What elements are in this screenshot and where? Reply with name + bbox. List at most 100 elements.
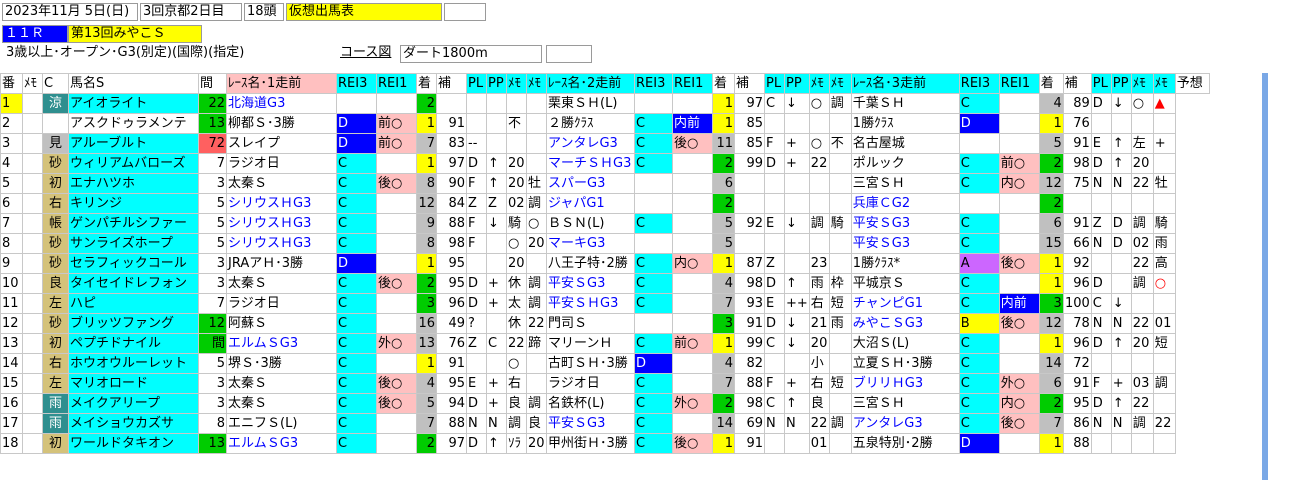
table-cell[interactable]: + xyxy=(486,293,507,314)
table-cell[interactable]: エナハツホ xyxy=(68,173,199,194)
table-cell[interactable]: 84 xyxy=(436,193,467,214)
table-cell[interactable] xyxy=(1130,193,1154,214)
column-header[interactable]: PP xyxy=(486,73,507,94)
table-cell[interactable] xyxy=(998,273,1040,294)
table-cell[interactable]: 22 xyxy=(526,313,547,334)
table-cell[interactable]: 調 xyxy=(526,393,547,414)
table-cell[interactable]: 平安ＳG3 xyxy=(546,273,635,294)
table-cell[interactable]: 1 xyxy=(712,93,735,114)
table-cell[interactable]: 98 xyxy=(1062,153,1092,174)
table-cell[interactable]: 1 xyxy=(1038,253,1064,274)
table-cell[interactable] xyxy=(1110,273,1132,294)
table-cell[interactable] xyxy=(22,213,43,234)
table-row[interactable]: 6 右キリンジ 5 シリウスＨG3 C 12 84 Z Z 02 調ジャパG1 2 兵庫ＣG2 2 xyxy=(0,193,1210,214)
table-cell[interactable]: 内○ xyxy=(998,173,1040,194)
table-cell[interactable]: 2 xyxy=(416,433,437,454)
table-cell[interactable] xyxy=(672,313,713,334)
table-cell[interactable]: C xyxy=(336,413,377,434)
table-cell[interactable] xyxy=(1152,353,1176,374)
table-cell[interactable]: 66 xyxy=(1062,233,1092,254)
column-header[interactable]: 補 xyxy=(1062,73,1092,94)
table-cell[interactable]: 太秦Ｓ xyxy=(226,173,337,194)
column-header[interactable]: ﾚｰｽ名･3走前 xyxy=(850,73,960,94)
table-cell[interactable]: ハピ xyxy=(68,293,199,314)
table-cell[interactable]: 雨 xyxy=(42,413,69,434)
table-cell[interactable]: 前○ xyxy=(998,153,1040,174)
table-cell[interactable]: 22 xyxy=(506,333,527,354)
table-cell[interactable]: ○ xyxy=(808,93,830,114)
table-cell[interactable]: 01 xyxy=(808,433,830,454)
table-cell[interactable]: C xyxy=(634,373,673,394)
table-cell[interactable]: 01 xyxy=(1152,313,1176,334)
table-cell[interactable]: 後○ xyxy=(376,173,417,194)
table-cell[interactable]: ↓ xyxy=(784,333,810,354)
table-cell[interactable] xyxy=(486,253,507,274)
table-cell[interactable]: 12 xyxy=(1038,313,1064,334)
table-cell[interactable]: アイオライト xyxy=(68,93,199,114)
table-cell[interactable]: 左 xyxy=(42,293,69,314)
table-cell[interactable] xyxy=(22,433,43,454)
table-cell[interactable]: 5 xyxy=(198,353,227,374)
table-cell[interactable]: 22 xyxy=(1130,393,1154,414)
table-cell[interactable]: + xyxy=(486,373,507,394)
table-cell[interactable]: 後○ xyxy=(998,313,1040,334)
table-cell[interactable]: ブリッツファング xyxy=(68,313,199,334)
table-cell[interactable]: 8 xyxy=(416,173,437,194)
table-cell[interactable]: 99 xyxy=(734,153,765,174)
column-header[interactable]: ﾚｰｽ名･1走前 xyxy=(226,73,337,94)
table-cell[interactable]: 98 xyxy=(734,273,765,294)
table-cell[interactable]: D xyxy=(634,353,673,374)
table-cell[interactable]: 20 xyxy=(506,153,527,174)
table-cell[interactable] xyxy=(958,193,1000,214)
table-cell[interactable]: 調 xyxy=(828,413,852,434)
table-cell[interactable] xyxy=(22,313,43,334)
column-header[interactable]: 着 xyxy=(1038,73,1064,94)
table-cell[interactable] xyxy=(22,153,43,174)
table-cell[interactable]: C xyxy=(958,413,1000,434)
table-cell[interactable]: ジャパG1 xyxy=(546,193,635,214)
table-cell[interactable]: 1勝ｸﾗｽ* xyxy=(850,253,960,274)
table-cell[interactable]: C xyxy=(958,373,1000,394)
table-cell[interactable] xyxy=(526,253,547,274)
table-cell[interactable] xyxy=(634,313,673,334)
table-cell[interactable] xyxy=(376,413,417,434)
table-cell[interactable]: 1 xyxy=(712,253,735,274)
table-cell[interactable]: ↑ xyxy=(1110,333,1132,354)
table-cell[interactable]: 三宮ＳＨ xyxy=(850,393,960,414)
table-cell[interactable] xyxy=(1090,433,1112,454)
table-cell[interactable]: 立夏ＳＨ･3勝 xyxy=(850,353,960,374)
table-cell[interactable]: 8 xyxy=(198,413,227,434)
table-cell[interactable]: 古町ＳＨ･3勝 xyxy=(546,353,635,374)
table-cell[interactable]: 15 xyxy=(0,373,23,394)
table-cell[interactable] xyxy=(1130,353,1154,374)
table-cell[interactable]: 小 xyxy=(808,353,830,374)
table-cell[interactable]: C xyxy=(336,153,377,174)
table-cell[interactable]: -- xyxy=(466,133,487,154)
table-cell[interactable]: 13 xyxy=(198,113,227,134)
table-cell[interactable]: 72 xyxy=(198,133,227,154)
table-cell[interactable]: 枠 xyxy=(828,273,852,294)
table-cell[interactable]: 初 xyxy=(42,333,69,354)
table-cell[interactable]: D xyxy=(336,133,377,154)
table-cell[interactable]: 良 xyxy=(42,273,69,294)
table-cell[interactable]: Z xyxy=(1090,213,1112,234)
table-cell[interactable] xyxy=(22,273,43,294)
table-cell[interactable]: スレイプ xyxy=(226,133,337,154)
table-cell[interactable]: 名古屋城 xyxy=(850,133,960,154)
table-cell[interactable]: 5 xyxy=(416,393,437,414)
table-cell[interactable] xyxy=(998,233,1040,254)
table-cell[interactable]: 3 xyxy=(198,253,227,274)
table-cell[interactable] xyxy=(376,313,417,334)
table-cell[interactable] xyxy=(22,93,43,114)
table-cell[interactable]: 調 xyxy=(1152,373,1176,394)
table-cell[interactable]: 前○ xyxy=(672,333,713,354)
table-cell[interactable]: 22 xyxy=(1130,313,1154,334)
table-cell[interactable]: 3 xyxy=(198,373,227,394)
table-cell[interactable]: 3 xyxy=(198,393,227,414)
table-cell[interactable] xyxy=(784,253,810,274)
table-cell[interactable] xyxy=(998,133,1040,154)
table-cell[interactable] xyxy=(506,133,527,154)
table-cell[interactable]: 5 xyxy=(0,173,23,194)
table-cell[interactable]: 11 xyxy=(0,293,23,314)
table-cell[interactable]: Z xyxy=(466,333,487,354)
